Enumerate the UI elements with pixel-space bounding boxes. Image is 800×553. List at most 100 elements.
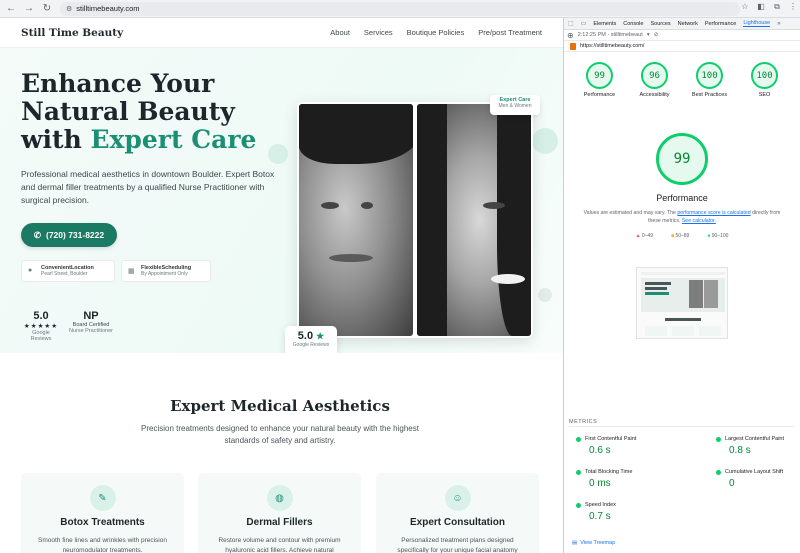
clear-icon[interactable]: ⊘: [654, 32, 659, 38]
score-legend: ▲ 0–49 ■ 50–89 ● 90–100: [564, 233, 800, 239]
site-info-icon[interactable]: ⚙: [66, 5, 72, 13]
nav-link-about[interactable]: About: [330, 28, 350, 37]
website-viewport: Still Time Beauty About Services Boutiqu…: [0, 18, 563, 553]
stat-rating: 5.0 ★★★★★ Google Reviews: [21, 310, 61, 342]
report-url-bar: https://stilltimebeauty.com/: [564, 41, 800, 52]
tab-sources[interactable]: Sources: [650, 21, 670, 27]
woman-portrait-image: [417, 104, 531, 336]
stat-label: Google Reviews: [30, 330, 52, 342]
reload-icon[interactable]: ↻: [40, 2, 54, 16]
pass-circle-icon: [576, 436, 581, 442]
tab-lighthouse[interactable]: Lighthouse: [743, 20, 771, 27]
call-button[interactable]: ✆ (720) 731-8222: [21, 223, 117, 247]
pass-circle-icon: [716, 436, 721, 442]
address-bar[interactable]: ⚙ stilltimebeauty.com: [60, 1, 740, 16]
service-title: Botox Treatments: [60, 517, 145, 528]
gauge-label: Best Practices: [691, 92, 728, 98]
gauge-performance[interactable]: 99 Performance: [579, 62, 621, 99]
brand-logo[interactable]: Still Time Beauty: [21, 27, 123, 39]
star-icon[interactable]: ☆: [740, 2, 750, 12]
hero-section: Enhance Your Natural Beauty with Expert …: [0, 48, 563, 356]
calculator-link[interactable]: See calculator.: [682, 218, 716, 224]
chevron-down-icon[interactable]: ▾: [647, 32, 650, 38]
nav-link-policies[interactable]: Boutique Policies: [407, 28, 465, 37]
more-tabs-icon[interactable]: »: [777, 21, 780, 27]
hero-photo-card: [297, 102, 533, 338]
stat-value: NP: [83, 310, 99, 322]
info-card-location: ● ConvenientLocation Pearl Street, Bould…: [21, 260, 115, 282]
gauge-best-practices[interactable]: 100 Best Practices: [689, 62, 731, 99]
device-toggle-icon[interactable]: ▭: [581, 20, 587, 27]
gauge-seo[interactable]: 100 SEO: [744, 62, 786, 99]
metric-label: Total Blocking Time: [585, 469, 633, 475]
service-card-botox[interactable]: ✎ Botox Treatments Smooth fine lines and…: [21, 473, 184, 553]
note-text: Values are estimated and may vary. The: [583, 210, 678, 216]
puzzle-icon[interactable]: ⧉: [772, 2, 782, 12]
section-subtitle: Precision treatments designed to enhance…: [141, 424, 419, 445]
tab-network[interactable]: Network: [678, 21, 698, 27]
hero-lead: Professional medical aesthetics in downt…: [21, 169, 275, 205]
treemap-icon: ▤: [572, 540, 578, 546]
metric-label: Cumulative Layout Shift: [725, 469, 784, 475]
devtools-panel: ⬚ ▭ Elements Console Sources Network Per…: [563, 18, 800, 553]
headline-line-3: with: [21, 125, 91, 154]
nav-link-services[interactable]: Services: [364, 28, 393, 37]
info-card-detail: Pearl Street, Boulder: [41, 271, 88, 277]
score-gauges: 99 Performance 96 Accessibility 100 Best…: [564, 52, 800, 99]
metrics-divider: [569, 426, 794, 427]
browser-toolbar: ← → ↻ ⚙ stilltimebeauty.com ☆ ◧ ⧉ ⋮: [0, 0, 800, 18]
metric-value: 0: [729, 478, 735, 489]
new-report-icon[interactable]: ⊕: [567, 31, 574, 40]
service-title: Expert Consultation: [409, 517, 505, 528]
decor-circle: [532, 128, 558, 154]
metric-value: 0.8 s: [729, 445, 751, 456]
inspect-icon[interactable]: ⬚: [568, 20, 574, 27]
forward-icon[interactable]: →: [22, 2, 36, 16]
view-treemap-button[interactable]: ▤ View Treemap: [572, 540, 615, 546]
score-calculated-link[interactable]: performance score is calculated: [677, 210, 750, 216]
gauge-score: 96: [641, 62, 668, 89]
map-pin-icon: ●: [28, 267, 33, 274]
metric-label: Speed Index: [585, 502, 616, 508]
services-section: Expert Medical Aesthetics Precision trea…: [0, 353, 563, 553]
badge-subtitle: Men & Women: [498, 103, 532, 109]
gauge-accessibility[interactable]: 96 Accessibility: [634, 62, 676, 99]
metric-cls: Cumulative Layout Shift 0: [716, 469, 800, 489]
extensions-icon[interactable]: ◧: [756, 2, 766, 12]
badge-rating-value: 5.0: [297, 330, 314, 342]
tab-console[interactable]: Console: [623, 21, 643, 27]
syringe-icon: ✎: [89, 485, 116, 511]
service-desc: Restore volume and contour with premium …: [218, 537, 341, 553]
legend-fail: 0–49: [641, 233, 654, 239]
report-url[interactable]: https://stilltimebeauty.com/: [580, 43, 644, 49]
section-title: Expert Medical Aesthetics: [170, 397, 390, 415]
final-screenshot-thumbnail[interactable]: [636, 267, 728, 339]
back-icon[interactable]: ←: [4, 2, 18, 16]
devtools-tabs: ⬚ ▭ Elements Console Sources Network Per…: [564, 18, 800, 30]
service-card-consultation[interactable]: ☺ Expert Consultation Personalized treat…: [376, 473, 539, 553]
service-title: Dermal Fillers: [246, 517, 313, 528]
tab-elements[interactable]: Elements: [593, 21, 616, 27]
pass-circle-icon: [716, 469, 721, 475]
lighthouse-toolbar: ⊕ 2:12:25 PM - stilltimebeaut ▾ ⊘: [564, 30, 800, 41]
service-desc: Personalized treatment plans designed sp…: [397, 537, 518, 553]
metric-fcp: First Contentful Paint 0.6 s: [576, 436, 686, 456]
info-card-scheduling: ▦ FlexibleScheduling By Appointment Only: [121, 260, 211, 282]
headline-accent: Expert Care: [90, 125, 257, 154]
menu-icon[interactable]: ⋮: [788, 2, 798, 12]
metric-speed-index: Speed Index 0.7 s: [576, 502, 686, 522]
headline-line-2: Natural Beauty: [21, 97, 235, 126]
legend-average: 50–89: [675, 233, 690, 239]
droplet-icon: ◍: [266, 485, 293, 511]
service-card-fillers[interactable]: ◍ Dermal Fillers Restore volume and cont…: [198, 473, 361, 553]
main-nav: About Services Boutique Policies Pre/pos…: [330, 28, 542, 37]
performance-title: Performance: [656, 193, 708, 203]
user-check-icon: ☺: [444, 485, 471, 511]
average-square-icon: ■: [671, 233, 675, 239]
calendar-icon: ▦: [128, 268, 135, 275]
nav-link-treatment[interactable]: Pre/post Treatment: [478, 28, 542, 37]
decor-circle: [538, 288, 552, 302]
tab-performance[interactable]: Performance: [705, 21, 737, 27]
phone-icon: ✆: [33, 229, 41, 240]
report-selector[interactable]: 2:12:25 PM - stilltimebeaut: [578, 32, 643, 38]
